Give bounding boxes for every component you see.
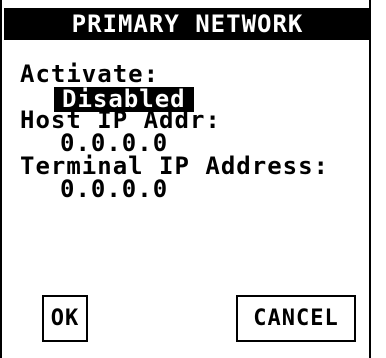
page-title-text: PRIMARY NETWORK	[71, 10, 304, 38]
ok-button[interactable]: OK	[42, 295, 88, 342]
cancel-button-label: CANCEL	[253, 306, 339, 331]
activate-label: Activate:	[20, 60, 160, 88]
screen-frame: PRIMARY NETWORK Activate: Disabled Host …	[0, 0, 371, 358]
cancel-button[interactable]: CANCEL	[236, 295, 356, 342]
ok-button-label: OK	[50, 306, 80, 331]
terminal-ip-field[interactable]: 0.0.0.0	[60, 177, 168, 201]
page-title: PRIMARY NETWORK	[4, 8, 371, 40]
